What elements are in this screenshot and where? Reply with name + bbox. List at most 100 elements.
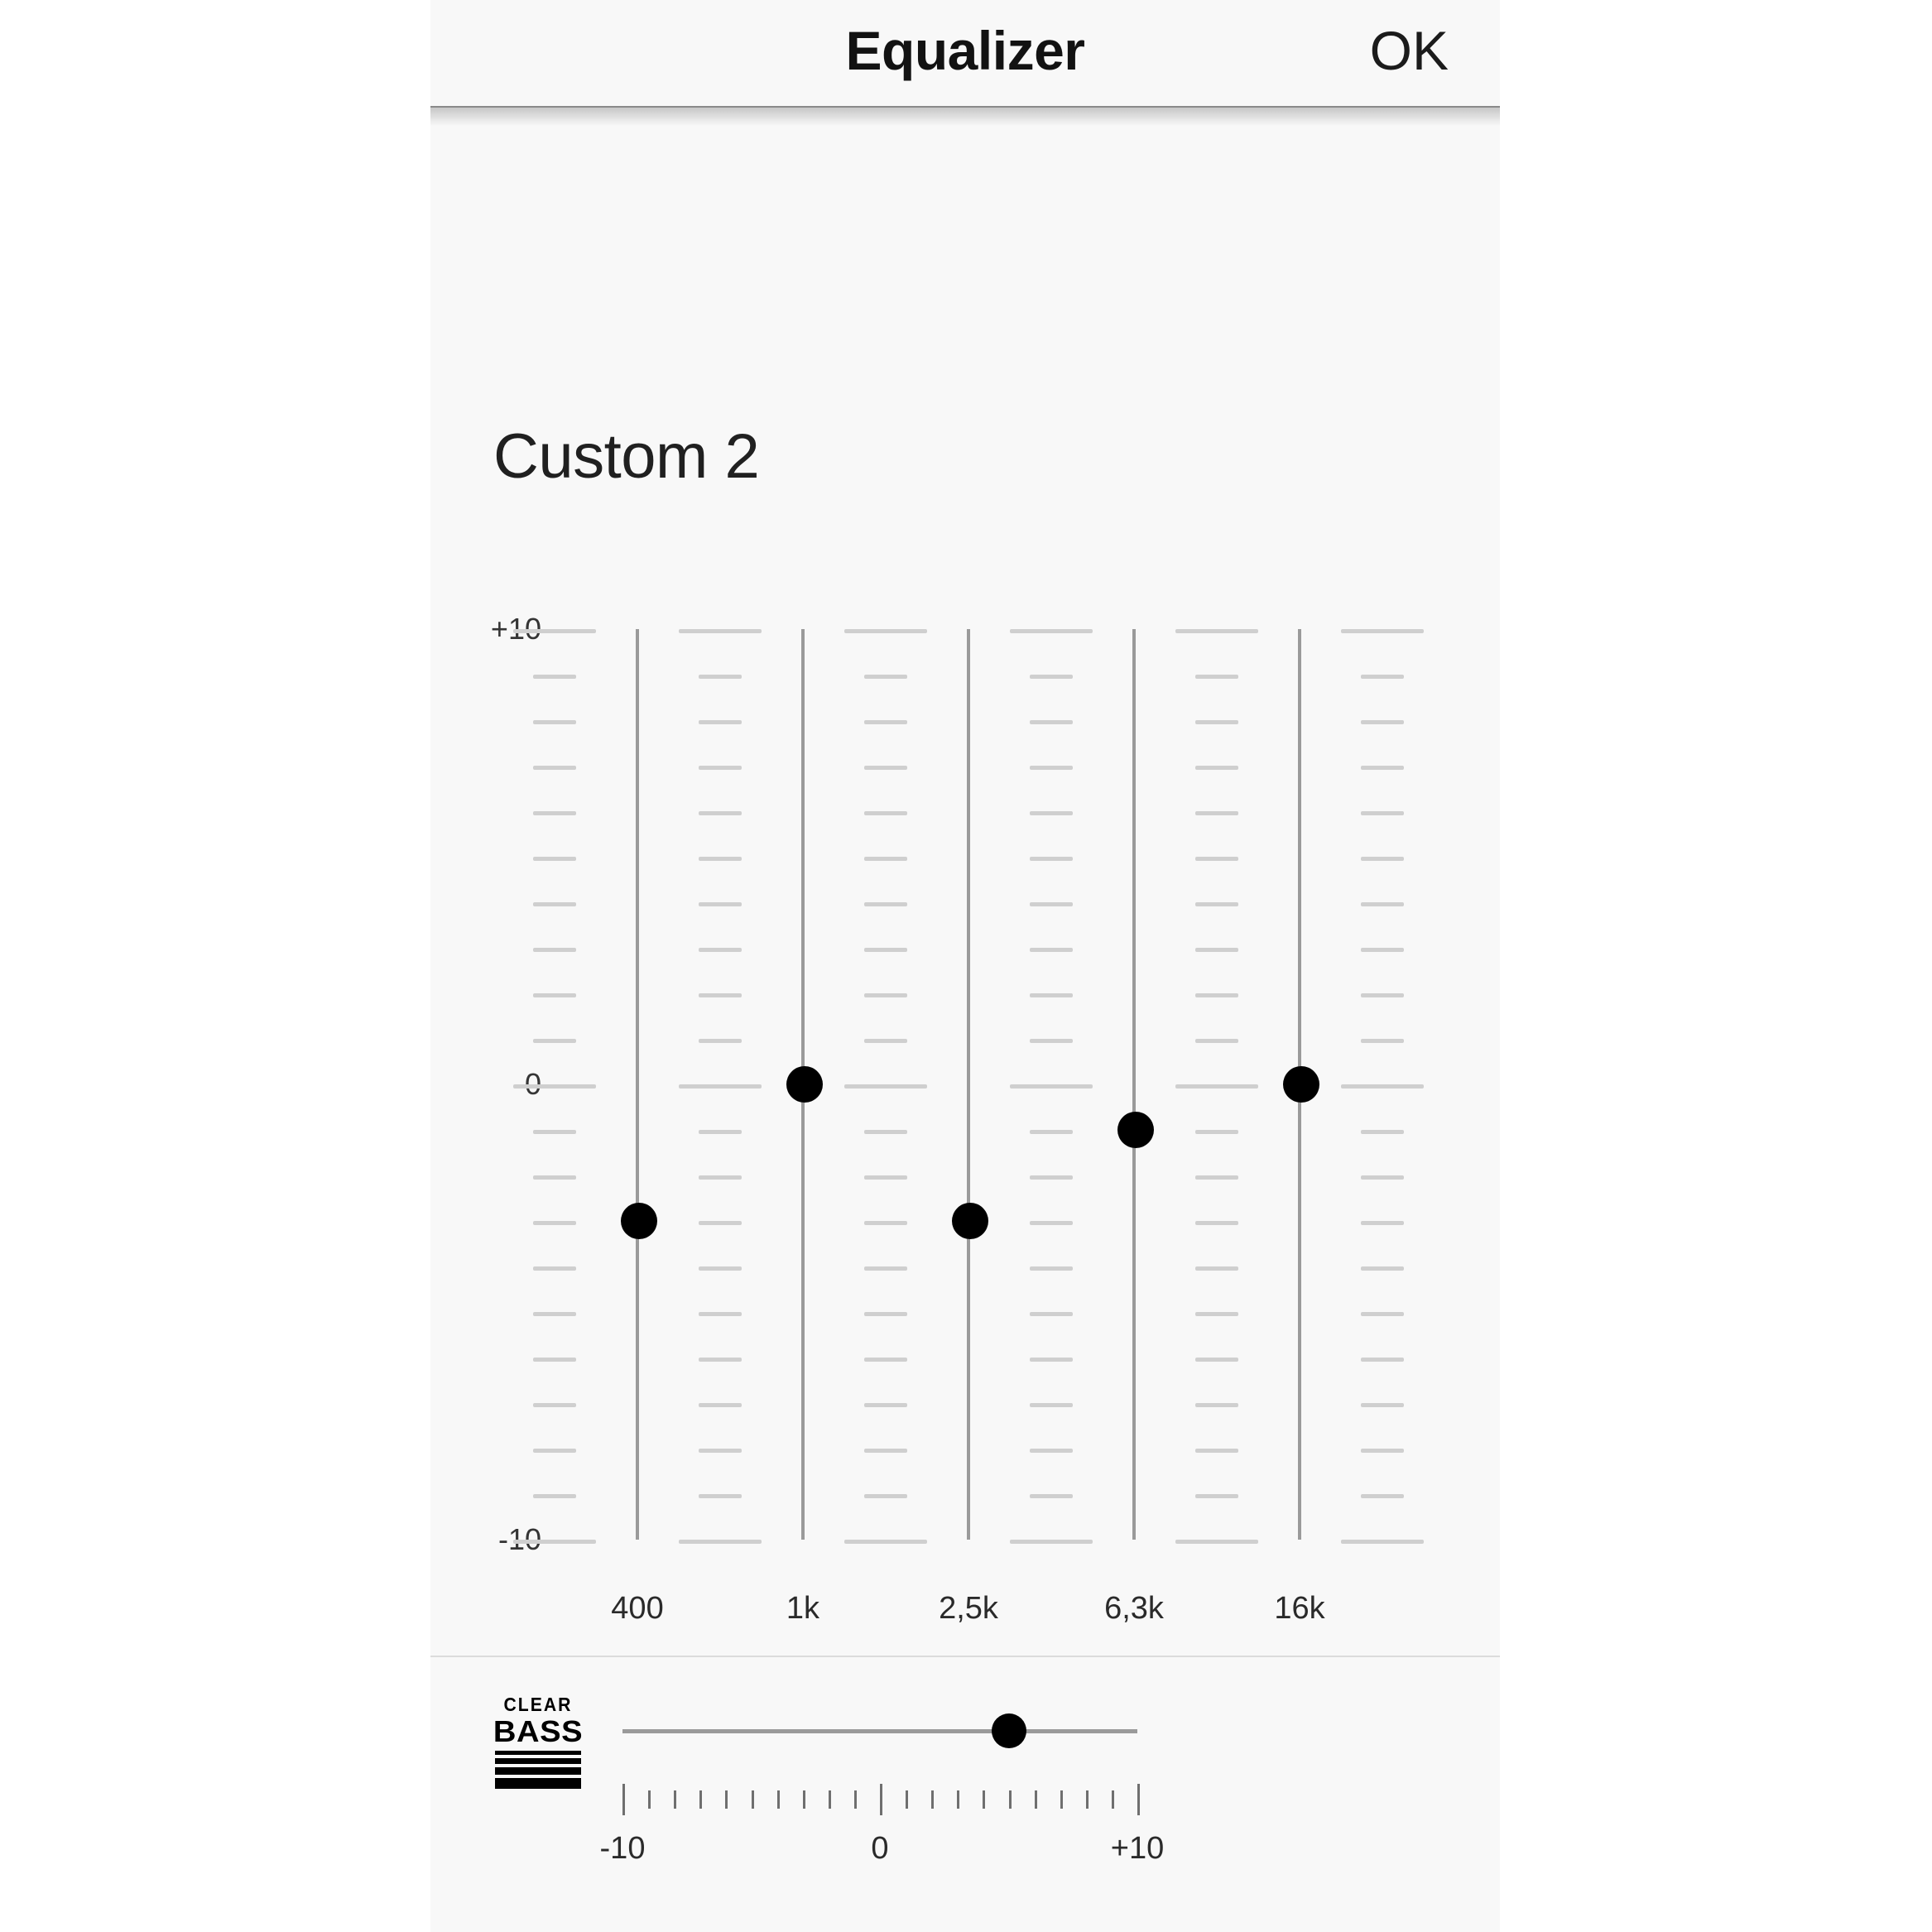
tick-minor xyxy=(864,948,907,952)
tick-minor xyxy=(864,720,907,724)
tick-minor xyxy=(699,1221,742,1225)
tick-minor xyxy=(699,993,742,997)
tick-minor xyxy=(533,1312,576,1316)
clear-bass-tick-minor xyxy=(751,1790,754,1809)
tick-minor xyxy=(1030,993,1073,997)
tick-minor xyxy=(1195,1130,1238,1134)
tick-minor xyxy=(533,993,576,997)
tick-minor xyxy=(864,766,907,770)
tick-column xyxy=(836,579,935,1556)
tick-minor xyxy=(1361,902,1404,906)
tick-minor xyxy=(1030,766,1073,770)
tick-minor xyxy=(699,675,742,679)
clear-bass-slider-thumb[interactable] xyxy=(991,1713,1026,1748)
clear-bass-tick-minor xyxy=(648,1790,651,1809)
tick-column xyxy=(1333,579,1432,1556)
tick-column xyxy=(1002,579,1101,1556)
clear-bass-tick-minor xyxy=(802,1790,805,1809)
tick-minor xyxy=(699,902,742,906)
tick-minor xyxy=(699,1039,742,1043)
tick-minor xyxy=(864,1494,907,1498)
tick-minor xyxy=(1195,902,1238,906)
tick-minor xyxy=(1030,1130,1073,1134)
tick-minor xyxy=(864,1403,907,1407)
clear-bass-tick-minor xyxy=(1085,1790,1089,1809)
clear-bass-slider[interactable] xyxy=(622,1713,1137,1748)
tick-minor xyxy=(699,1266,742,1271)
clear-bass-tick-minor xyxy=(853,1790,857,1809)
tick-minor xyxy=(864,811,907,815)
clear-bass-logo-top: CLEAR xyxy=(503,1694,573,1715)
band-slider-thumb-400[interactable] xyxy=(621,1203,657,1239)
tick-major xyxy=(1341,1084,1424,1089)
tick-minor xyxy=(533,1494,576,1498)
band-slider-6,3k[interactable] xyxy=(1132,629,1136,1540)
tick-minor xyxy=(1361,1266,1404,1271)
tick-minor xyxy=(533,1266,576,1271)
tick-minor xyxy=(699,1494,742,1498)
clear-bass-label-mid: 0 xyxy=(871,1831,889,1866)
tick-minor xyxy=(1195,720,1238,724)
tick-minor xyxy=(1361,1403,1404,1407)
tick-minor xyxy=(1030,1403,1073,1407)
tick-minor xyxy=(1030,902,1073,906)
tick-minor xyxy=(1195,1221,1238,1225)
tick-column xyxy=(670,579,770,1556)
clear-bass-tick-minor xyxy=(1034,1790,1037,1809)
band-slider-thumb-2,5k[interactable] xyxy=(952,1203,988,1239)
tick-minor xyxy=(699,811,742,815)
clear-bass-tick-minor xyxy=(906,1790,909,1809)
tick-minor xyxy=(1361,1449,1404,1453)
band-slider-thumb-16k[interactable] xyxy=(1283,1066,1319,1103)
clear-bass-tick-marks xyxy=(622,1784,1140,1819)
tick-minor xyxy=(1361,811,1404,815)
clear-bass-tick-minor xyxy=(983,1790,986,1809)
tick-minor xyxy=(699,857,742,861)
tick-minor xyxy=(1195,675,1238,679)
band-slider-400[interactable] xyxy=(636,629,639,1540)
clear-bass-logo-icon: CLEAR BASS xyxy=(493,1694,583,1792)
tick-minor xyxy=(864,1266,907,1271)
clear-bass-tick-minor xyxy=(674,1790,677,1809)
tick-minor xyxy=(533,1175,576,1180)
tick-minor xyxy=(1361,1312,1404,1316)
clear-bass-label-max: +10 xyxy=(1110,1831,1165,1866)
page-title: Equalizer xyxy=(845,20,1085,81)
tick-major xyxy=(1010,1540,1093,1544)
tick-minor xyxy=(1195,811,1238,815)
tick-minor xyxy=(1030,1449,1073,1453)
clear-bass-logo-bars xyxy=(495,1751,581,1789)
band-frequency-label: 6,3k xyxy=(1104,1591,1164,1626)
tick-minor xyxy=(533,720,576,724)
clear-bass-tick-minor xyxy=(1111,1790,1114,1809)
tick-minor xyxy=(1195,1312,1238,1316)
tick-minor xyxy=(864,902,907,906)
tick-major xyxy=(1175,629,1258,633)
clear-bass-tick-major xyxy=(622,1784,625,1815)
clear-bass-tick-minor xyxy=(957,1790,960,1809)
tick-minor xyxy=(1030,948,1073,952)
tick-minor xyxy=(1195,766,1238,770)
ok-button[interactable]: OK xyxy=(1370,0,1449,101)
band-slider-thumb-1k[interactable] xyxy=(786,1066,823,1103)
tick-column xyxy=(1167,579,1266,1556)
tick-minor xyxy=(699,948,742,952)
tick-major xyxy=(679,1540,762,1544)
tick-minor xyxy=(1361,1130,1404,1134)
tick-minor xyxy=(864,1312,907,1316)
band-slider-2,5k[interactable] xyxy=(967,629,970,1540)
tick-minor xyxy=(1030,675,1073,679)
tick-minor xyxy=(1361,1175,1404,1180)
tick-minor xyxy=(1361,1221,1404,1225)
tick-minor xyxy=(1030,1266,1073,1271)
clear-bass-tick-major xyxy=(1137,1784,1140,1815)
band-frequency-label: 2,5k xyxy=(939,1591,998,1626)
tick-minor xyxy=(1030,1358,1073,1362)
tick-minor xyxy=(533,1039,576,1043)
tick-major xyxy=(513,1084,596,1089)
tick-major xyxy=(1010,629,1093,633)
band-slider-thumb-6,3k[interactable] xyxy=(1117,1112,1154,1148)
tick-minor xyxy=(1030,1312,1073,1316)
tick-major xyxy=(1175,1540,1258,1544)
clear-bass-tick-minor xyxy=(725,1790,728,1809)
